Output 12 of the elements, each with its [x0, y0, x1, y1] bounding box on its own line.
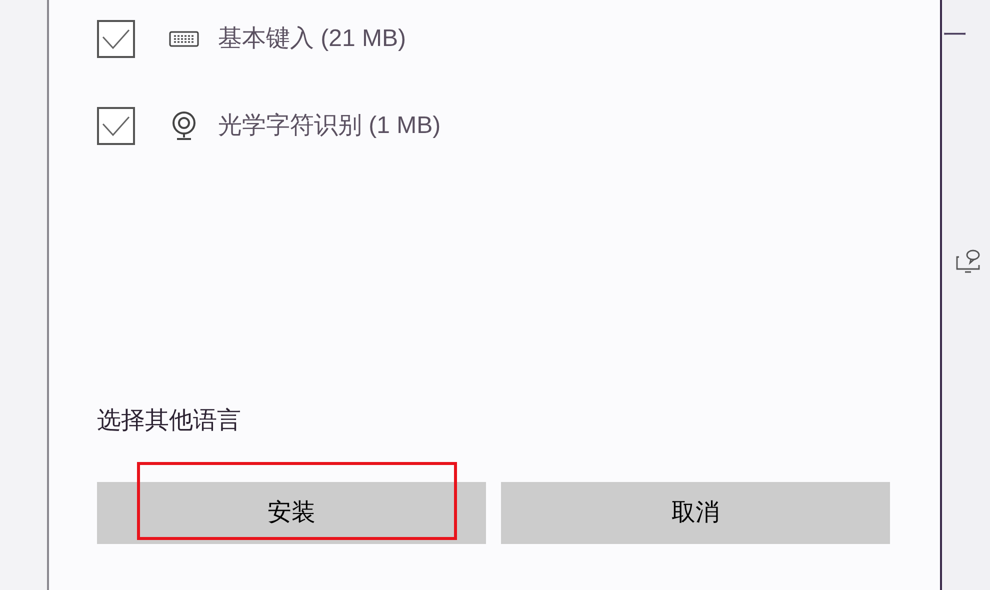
webcam-icon — [170, 111, 198, 141]
keyboard-icon — [169, 31, 199, 47]
checkmark-icon — [101, 27, 131, 51]
other-language-link[interactable]: 选择其他语言 — [97, 407, 241, 434]
cancel-button[interactable]: 取消 — [501, 482, 890, 544]
checkbox[interactable] — [97, 20, 135, 58]
checkbox[interactable] — [97, 107, 135, 145]
install-button[interactable]: 安装 — [97, 482, 486, 544]
feature-label: 光学字符识别 (1 MB) — [218, 111, 441, 141]
background-text: 一 — [943, 21, 967, 51]
checkmark-icon — [101, 114, 131, 138]
feature-label: 基本键入 (21 MB) — [218, 24, 406, 54]
